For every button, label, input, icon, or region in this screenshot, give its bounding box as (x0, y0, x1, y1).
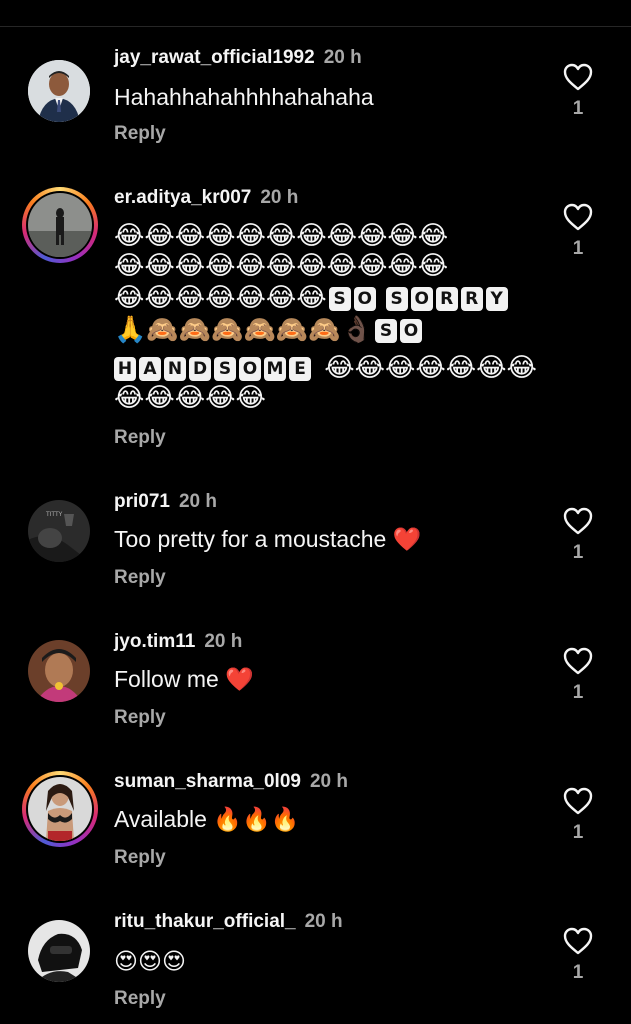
comment-item: ritu_thakur_official_ 20 h 😍😍😍 Reply 1 (0, 908, 631, 1024)
avatar-image (28, 920, 90, 982)
avatar-image (28, 193, 92, 257)
boxed-text-so: SO (374, 319, 422, 344)
heart-outline-icon[interactable] (562, 202, 594, 232)
heart-outline-icon[interactable] (562, 62, 594, 92)
emoji-run: 🙏🙈🙈🙈🙈🙈🙈👌🏿 (114, 314, 373, 344)
comment-text-line: HANDSOME 😂😂😂😂😂😂😂 (114, 352, 537, 383)
like-count: 1 (572, 542, 584, 563)
reply-button[interactable]: Reply (114, 567, 166, 589)
like-area: 1 (562, 646, 594, 704)
comment-text-line: 😂😂😂😂😂😂😂😂😂😂😂 (114, 250, 449, 280)
top-divider (0, 26, 631, 27)
timestamp: 20 h (260, 187, 299, 208)
avatar[interactable] (26, 58, 92, 124)
heart-outline-icon[interactable] (562, 926, 594, 956)
avatar[interactable] (26, 638, 92, 704)
comment-meta: suman_sharma_0l09 20 h (114, 770, 348, 794)
comment-text-line: 😂😂😂😂😂😂😂 SOSORRY (114, 282, 508, 313)
comment-text: Too pretty for a moustache ❤️ (114, 526, 422, 552)
comment-item: jyo.tim11 20 h Follow me ❤️ Reply 1 (0, 628, 631, 748)
like-count: 1 (572, 822, 584, 843)
timestamp: 20 h (309, 771, 348, 792)
like-area: 1 (562, 506, 594, 564)
comment-text: 😍😍😍 (114, 948, 186, 974)
boxed-text-handsome: HANDSOME (114, 357, 311, 382)
username[interactable]: pri071 (114, 491, 170, 512)
comment-meta: pri071 20 h (114, 490, 217, 514)
heart-outline-icon[interactable] (562, 506, 594, 536)
like-count: 1 (572, 962, 584, 983)
username[interactable]: jay_rawat_official1992 (114, 47, 315, 68)
timestamp: 20 h (204, 631, 243, 652)
comment-text-line: 😂😂😂😂😂😂😂😂😂😂😂 (114, 220, 449, 250)
comment-item: jay_rawat_official1992 20 h Hahahhahahhhh… (0, 44, 631, 164)
avatar-image: TITTY (28, 500, 90, 562)
avatar[interactable] (22, 771, 98, 847)
username[interactable]: er.aditya_kr007 (114, 187, 251, 208)
comment-text-line: 🙏🙈🙈🙈🙈🙈🙈👌🏿 S O (114, 314, 422, 345)
comment-meta: jyo.tim11 20 h (114, 630, 242, 654)
emoji-run: 😂😂😂😂😂😂😂 (114, 282, 327, 312)
comment-text-line: 😂😂😂😂😂 (114, 382, 266, 412)
emoji-run: 😂😂😂😂😂😂😂 (324, 352, 537, 382)
svg-text:TITTY: TITTY (45, 511, 63, 518)
avatar-image (28, 777, 92, 841)
reply-button[interactable]: Reply (114, 988, 166, 1010)
like-area: 1 (562, 202, 594, 260)
comment-meta: er.aditya_kr007 20 h (114, 186, 298, 210)
avatar[interactable] (26, 918, 92, 984)
username[interactable]: jyo.tim11 (114, 631, 195, 652)
like-count: 1 (572, 238, 584, 259)
timestamp: 20 h (178, 491, 218, 512)
comment-item: TITTY pri071 20 h Too pretty for a mousta… (0, 488, 631, 608)
comment-item: suman_sharma_0l09 20 h Available 🔥🔥🔥 Repl… (0, 768, 631, 888)
comment-meta: ritu_thakur_official_ 20 h (114, 910, 343, 934)
reply-button[interactable]: Reply (114, 847, 166, 869)
avatar[interactable]: TITTY (26, 498, 92, 564)
reply-button[interactable]: Reply (114, 123, 166, 145)
boxed-text-so-sorry: SOSORRY (328, 287, 508, 312)
reply-button[interactable]: Reply (114, 427, 166, 449)
like-area: 1 (562, 786, 594, 844)
username[interactable]: suman_sharma_0l09 (114, 771, 301, 792)
avatar-image (28, 60, 90, 122)
comment-text: Follow me ❤️ (114, 666, 254, 692)
comment-text: Hahahhahahhhhahahaha (114, 84, 374, 110)
heart-outline-icon[interactable] (562, 786, 594, 816)
avatar[interactable] (22, 187, 98, 263)
like-count: 1 (572, 682, 584, 703)
avatar-image (28, 640, 90, 702)
timestamp: 20 h (304, 911, 343, 932)
comment-text: Available 🔥🔥🔥 (114, 806, 300, 832)
comment-meta: jay_rawat_official1992 20 h (114, 46, 362, 70)
like-area: 1 (562, 62, 594, 120)
timestamp: 20 h (323, 47, 362, 68)
reply-button[interactable]: Reply (114, 707, 166, 729)
heart-outline-icon[interactable] (562, 646, 594, 676)
comment-item: er.aditya_kr007 20 h 😂😂😂😂😂😂😂😂😂😂😂 😂😂😂😂😂😂😂😂… (0, 184, 631, 454)
username[interactable]: ritu_thakur_official_ (114, 911, 296, 932)
like-area: 1 (562, 926, 594, 984)
like-count: 1 (572, 98, 584, 119)
